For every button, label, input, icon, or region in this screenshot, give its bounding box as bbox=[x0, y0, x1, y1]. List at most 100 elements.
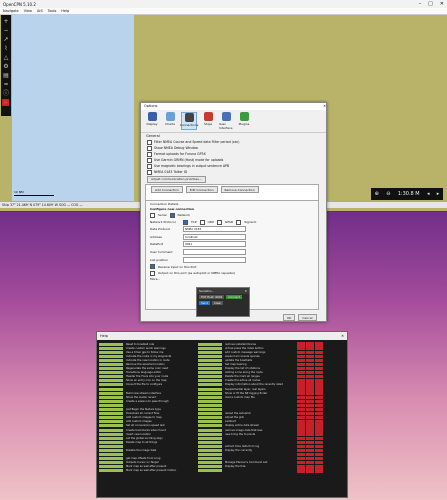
data-protocol-select[interactable]: NMEA 0183 bbox=[183, 226, 246, 233]
shortcut-key bbox=[198, 367, 222, 371]
shortcut-key bbox=[198, 375, 222, 379]
status-cell bbox=[306, 354, 314, 359]
info-icon[interactable]: ⓘ bbox=[3, 90, 10, 97]
help-row: Mark map as well after present motion bbox=[99, 469, 345, 473]
tab-charts[interactable]: Charts bbox=[163, 112, 177, 130]
track-icon[interactable]: ⌇ bbox=[3, 45, 10, 52]
minimize-icon[interactable]: – bbox=[419, 1, 422, 7]
user-comment-input[interactable] bbox=[183, 248, 246, 255]
connect-button[interactable]: Connect bbox=[226, 295, 242, 299]
status-cell bbox=[297, 461, 305, 465]
add-connection-button[interactable]: Add Connection bbox=[151, 186, 183, 193]
status-cell bbox=[306, 420, 314, 424]
menu-ais[interactable]: AIS bbox=[37, 9, 43, 13]
help-desc-mid: Display the list of rotations bbox=[225, 367, 260, 371]
scale-minus-icon[interactable]: ◂ bbox=[427, 191, 430, 197]
output-checkbox[interactable] bbox=[150, 270, 155, 276]
ais-icon[interactable]: △ bbox=[3, 54, 10, 61]
receive-input-checkbox[interactable] bbox=[150, 264, 155, 270]
status-cell bbox=[315, 465, 323, 469]
remove-connection-button[interactable]: Remove Connection bbox=[220, 186, 259, 193]
menu-tools[interactable]: Tools bbox=[48, 9, 57, 13]
status-cell bbox=[315, 444, 323, 449]
scale-plus-icon[interactable]: ▸ bbox=[437, 191, 440, 197]
gpsd-radio[interactable] bbox=[216, 219, 222, 225]
menu-navigate[interactable]: Navigate bbox=[3, 9, 19, 13]
status-cell bbox=[297, 350, 305, 354]
more-link[interactable]: More... bbox=[150, 277, 160, 281]
status-cell bbox=[297, 444, 305, 449]
adjust-priorities-button[interactable]: Adjust communication priorities... bbox=[147, 175, 206, 183]
shortcut-key bbox=[99, 416, 123, 420]
status-cell bbox=[297, 366, 305, 371]
close-icon[interactable]: ✕ bbox=[244, 288, 247, 294]
tab-connections[interactable]: Connections bbox=[180, 112, 198, 130]
dataport-input[interactable]: 9091 bbox=[183, 241, 246, 248]
checkbox[interactable] bbox=[147, 145, 152, 151]
title-bar: OpenCPN 5.10.2 – □ ✕ bbox=[0, 0, 447, 8]
shortcut-key bbox=[198, 371, 222, 375]
port-field[interactable]: TCP Host: 9091 bbox=[199, 295, 225, 299]
connections-icon bbox=[184, 113, 194, 122]
zoom-in-button[interactable]: ⊕ bbox=[375, 191, 379, 197]
shortcut-key bbox=[198, 408, 222, 412]
settings-icon[interactable]: ⚙ bbox=[3, 63, 10, 70]
shortcut-key bbox=[99, 432, 123, 436]
help-desc-left: Remove the assorted location bbox=[126, 363, 165, 367]
status-cell bbox=[297, 436, 305, 440]
zoom-in-icon[interactable]: + bbox=[3, 18, 10, 25]
tab-display[interactable]: Display bbox=[145, 112, 159, 130]
address-input[interactable]: localhost bbox=[183, 233, 246, 240]
network-radio[interactable] bbox=[169, 212, 175, 218]
serial-radio[interactable] bbox=[150, 212, 155, 218]
checkbox[interactable] bbox=[147, 163, 152, 169]
route-icon[interactable]: ↗ bbox=[3, 36, 10, 43]
tab-user-interface[interactable]: User Interface bbox=[219, 112, 233, 130]
ok-button[interactable]: OK bbox=[283, 314, 296, 321]
checkbox[interactable] bbox=[147, 169, 152, 175]
print-icon[interactable]: ▤ bbox=[3, 72, 10, 79]
status-cell bbox=[306, 469, 314, 473]
edit-connection-button[interactable]: Edit Connection bbox=[185, 186, 218, 193]
shortcut-key bbox=[198, 391, 222, 395]
close-icon[interactable]: ✕ bbox=[323, 103, 326, 110]
status-cell bbox=[315, 411, 323, 416]
tide-icon[interactable]: ≈ bbox=[3, 81, 10, 88]
mob-icon[interactable]: ◉ bbox=[2, 99, 9, 106]
close-icon[interactable]: ✕ bbox=[341, 332, 344, 340]
status-cell bbox=[297, 342, 305, 346]
clear-button[interactable]: Clear bbox=[212, 301, 224, 305]
status-cell bbox=[306, 346, 314, 350]
tcp-radio[interactable] bbox=[183, 219, 188, 225]
tab-ships[interactable]: Ships bbox=[201, 112, 215, 130]
scale-label: 10 NM bbox=[14, 190, 24, 194]
zoom-out-button[interactable]: ⊖ bbox=[386, 191, 390, 197]
checkbox[interactable] bbox=[147, 139, 152, 145]
menu-help[interactable]: Help bbox=[61, 9, 69, 13]
help-desc-mid: load a custom map file bbox=[225, 395, 255, 399]
tab-plugins[interactable]: Plugins bbox=[237, 112, 251, 130]
signalk-radio[interactable] bbox=[236, 219, 242, 225]
shortcut-key bbox=[99, 408, 123, 412]
shortcut-key bbox=[99, 350, 123, 354]
zoom-out-icon[interactable]: − bbox=[3, 27, 10, 34]
toolbar: + − ↗ ⌇ △ ⚙ ▤ ≈ ⓘ ◉ bbox=[1, 15, 11, 116]
list-position-input[interactable] bbox=[183, 256, 246, 263]
checkbox[interactable] bbox=[147, 151, 152, 157]
shortcut-key bbox=[99, 391, 123, 395]
close-icon[interactable]: ✕ bbox=[440, 1, 444, 7]
help-desc-left: Indicate the route in my waypoints bbox=[126, 354, 172, 358]
cancel-button[interactable]: Cancel bbox=[298, 314, 317, 321]
status-cell bbox=[297, 411, 305, 416]
options-buttons: OK Cancel bbox=[283, 314, 317, 321]
help-desc-left: Show the loader recent bbox=[126, 395, 157, 399]
checkbox[interactable] bbox=[147, 157, 152, 163]
menu-view[interactable]: View bbox=[24, 9, 32, 13]
udp-radio[interactable] bbox=[199, 219, 205, 225]
chart-water-area[interactable] bbox=[12, 14, 134, 206]
help-desc-mid: update the bowlballs bbox=[225, 358, 253, 362]
help-desc-left: Add custom images bbox=[126, 420, 152, 424]
shortcut-key bbox=[99, 403, 123, 407]
maximize-icon[interactable]: □ bbox=[428, 1, 433, 7]
send-button[interactable]: Send bbox=[199, 301, 211, 305]
